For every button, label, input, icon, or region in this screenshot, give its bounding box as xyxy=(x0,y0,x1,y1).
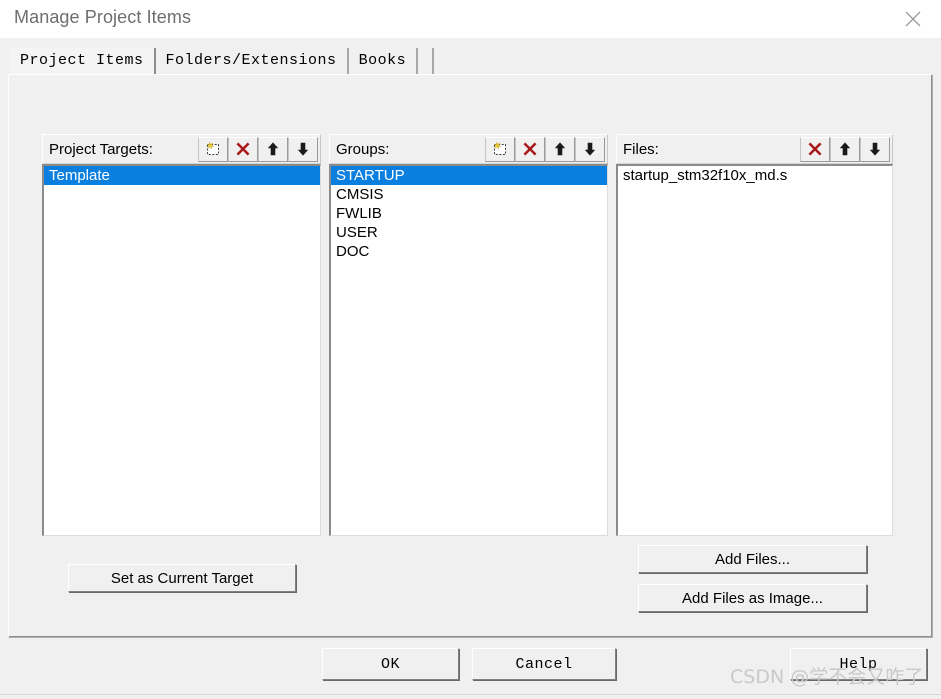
groups-column: Groups: STARTUP CMSIS FWLIB USER DOC xyxy=(329,134,608,536)
files-listbox[interactable]: startup_stm32f10x_md.s xyxy=(616,164,893,536)
files-move-down-button[interactable] xyxy=(860,136,890,162)
new-item-icon xyxy=(491,140,509,158)
project-targets-delete-button[interactable] xyxy=(228,136,258,162)
move-down-icon xyxy=(866,140,884,158)
files-delete-button[interactable] xyxy=(800,136,830,162)
list-item[interactable]: FWLIB xyxy=(331,204,607,223)
close-icon xyxy=(902,8,924,30)
groups-toolbar xyxy=(485,136,607,162)
group-name: STARTUP xyxy=(336,167,405,184)
tab-books[interactable]: Books xyxy=(348,48,419,74)
tab-strip: Project Items Folders/Extensions Books xyxy=(10,48,435,74)
file-name: startup_stm32f10x_md.s xyxy=(623,167,788,184)
groups-listbox[interactable]: STARTUP CMSIS FWLIB USER DOC xyxy=(329,164,608,536)
add-files-button[interactable]: Add Files... xyxy=(638,545,867,573)
tab-folders-extensions-label: Folders/Extensions xyxy=(165,52,337,69)
close-button[interactable] xyxy=(885,0,941,38)
new-item-icon xyxy=(204,140,222,158)
add-files-as-image-button[interactable]: Add Files as Image... xyxy=(638,584,867,612)
title-bar: Manage Project Items xyxy=(0,0,941,39)
delete-icon xyxy=(234,140,252,158)
groups-label: Groups: xyxy=(336,140,390,158)
project-targets-header: Project Targets: xyxy=(42,134,321,164)
group-name: USER xyxy=(336,224,378,241)
list-item[interactable]: CMSIS xyxy=(331,185,607,204)
cancel-button[interactable]: Cancel xyxy=(472,648,616,680)
set-as-current-target-label: Set as Current Target xyxy=(110,569,254,587)
ok-button[interactable]: OK xyxy=(322,648,459,680)
cancel-label: Cancel xyxy=(515,655,573,673)
move-down-icon xyxy=(294,140,312,158)
add-files-as-image-label: Add Files as Image... xyxy=(682,589,823,607)
move-up-icon xyxy=(264,140,282,158)
project-targets-listbox[interactable]: Template xyxy=(42,164,321,536)
tab-books-label: Books xyxy=(358,52,407,69)
groups-new-button[interactable] xyxy=(485,136,515,162)
files-toolbar xyxy=(800,136,892,162)
tab-folders-extensions[interactable]: Folders/Extensions xyxy=(155,48,349,74)
project-targets-label: Project Targets: xyxy=(49,140,153,158)
files-header: Files: xyxy=(616,134,893,164)
list-item[interactable]: STARTUP xyxy=(331,166,607,185)
help-label: Help xyxy=(839,655,878,673)
delete-icon xyxy=(806,140,824,158)
move-up-icon xyxy=(836,140,854,158)
list-item[interactable]: startup_stm32f10x_md.s xyxy=(618,166,892,185)
groups-header: Groups: xyxy=(329,134,608,164)
files-column: Files: startup_stm32f10x_md.s xyxy=(616,134,893,536)
project-targets-column: Project Targets: Template xyxy=(42,134,321,536)
tab-project-items[interactable]: Project Items xyxy=(10,48,156,74)
group-name: CMSIS xyxy=(336,186,384,203)
delete-icon xyxy=(521,140,539,158)
bottom-divider xyxy=(0,694,941,695)
tab-strip-filler xyxy=(418,48,435,74)
add-files-label: Add Files... xyxy=(714,550,791,568)
tab-project-items-label: Project Items xyxy=(20,52,144,69)
dialog-body: Project Items Folders/Extensions Books P… xyxy=(0,38,941,699)
group-name: FWLIB xyxy=(336,205,382,222)
move-up-icon xyxy=(551,140,569,158)
group-name: DOC xyxy=(336,243,370,260)
groups-move-down-button[interactable] xyxy=(575,136,605,162)
list-item[interactable]: USER xyxy=(331,223,607,242)
files-move-up-button[interactable] xyxy=(830,136,860,162)
project-targets-move-down-button[interactable] xyxy=(288,136,318,162)
project-targets-new-button[interactable] xyxy=(198,136,228,162)
move-down-icon xyxy=(581,140,599,158)
project-target-name: Template xyxy=(49,167,110,184)
groups-delete-button[interactable] xyxy=(515,136,545,162)
set-as-current-target-button[interactable]: Set as Current Target xyxy=(68,564,296,592)
files-label: Files: xyxy=(623,140,659,158)
help-button[interactable]: Help xyxy=(790,648,927,680)
project-targets-move-up-button[interactable] xyxy=(258,136,288,162)
list-item[interactable]: Template xyxy=(44,166,320,185)
window-title: Manage Project Items xyxy=(14,7,192,27)
project-targets-toolbar xyxy=(198,136,320,162)
list-item[interactable]: DOC xyxy=(331,242,607,261)
ok-label: OK xyxy=(380,655,400,673)
groups-move-up-button[interactable] xyxy=(545,136,575,162)
